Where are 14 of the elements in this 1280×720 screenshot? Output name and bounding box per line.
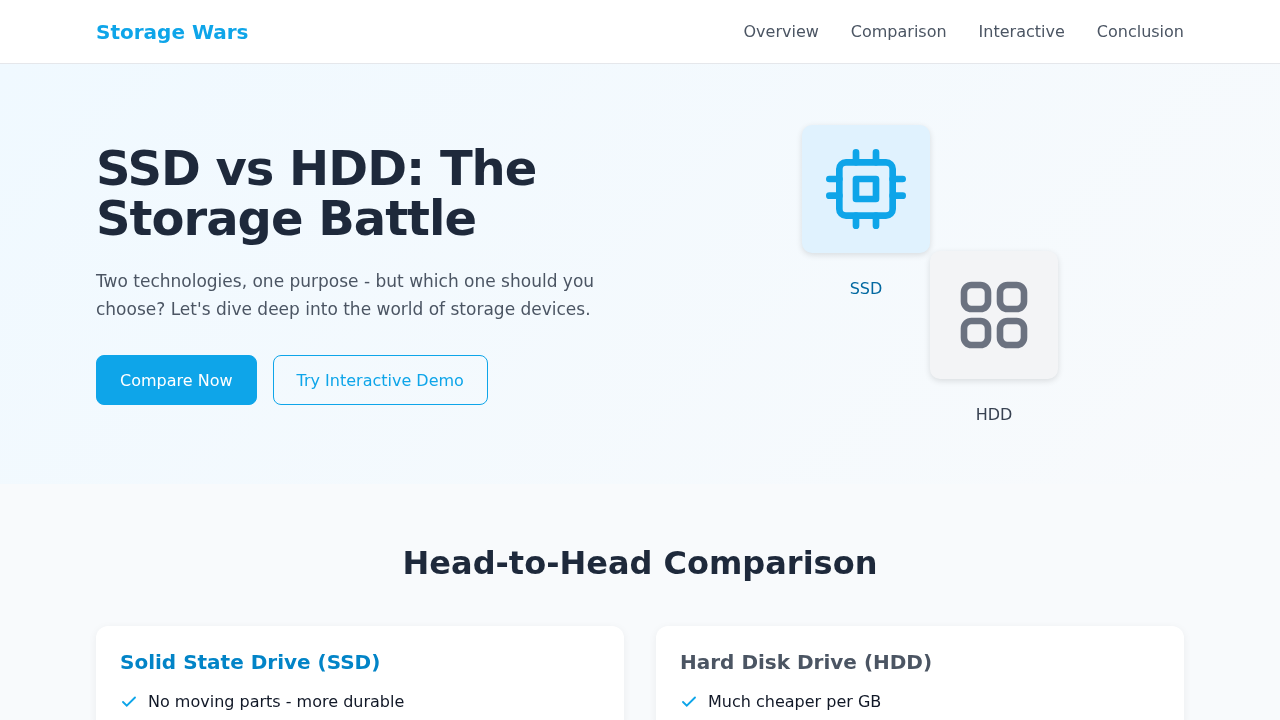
chip-icon <box>826 148 906 229</box>
drive-label: SSD <box>849 278 883 298</box>
hero-title: SSD vs HDD: The Storage Battle <box>96 143 538 243</box>
hero-subtitle: Two technologies, one purpose - but which one should you choose? Let's dive deep into the world of storage devices. <box>96 270 596 321</box>
nav-link[interactable]: Overview <box>743 22 819 41</box>
drive-label: HDD <box>975 404 1013 424</box>
nav-link[interactable]: Comparison <box>850 22 947 41</box>
feature-text: Much cheaper per GB <box>708 692 882 711</box>
card-title: Solid State Drive (SSD) <box>120 650 382 674</box>
feature-text: No moving parts - more durable <box>148 692 405 711</box>
section-heading: Head-to-Head Comparison <box>401 544 879 582</box>
nav-link[interactable]: Interactive <box>978 22 1065 41</box>
nav-link[interactable]: Conclusion <box>1096 22 1184 41</box>
card-title: Hard Disk Drive (HDD) <box>680 650 934 674</box>
